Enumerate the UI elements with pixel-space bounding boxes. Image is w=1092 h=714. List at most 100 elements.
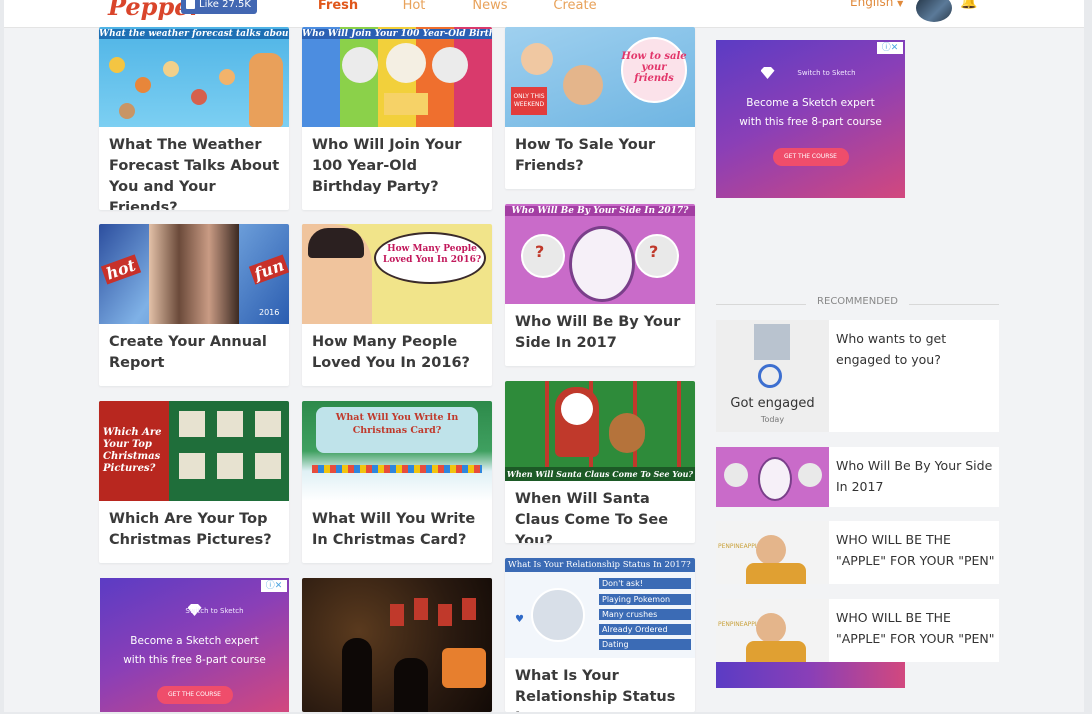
ad-line-1: Become a Sketch expert	[130, 635, 259, 647]
reindeer-figure	[609, 413, 645, 453]
ad-line-2: with this free 8-part course	[123, 654, 266, 666]
caret-down-icon: ▼	[897, 0, 904, 8]
thumb-caption: What Will You Write In Christmas Card?	[335, 412, 459, 436]
thumb-word-fun: fun	[248, 254, 289, 285]
thumb-sticker: ONLY THIS WEEKEND	[511, 87, 547, 115]
card-title[interactable]: What Is Your Relationship Status In	[515, 666, 687, 712]
thumb-caption: How to sale your friends	[621, 51, 687, 84]
card-title[interactable]: How Many People Loved You In 2016?	[312, 332, 484, 374]
quiz-card[interactable]	[302, 578, 492, 712]
card-title[interactable]: What Will You Write In Christmas Card?	[312, 509, 484, 551]
thumb-year: 2016	[259, 308, 280, 317]
recommended-heading: RECOMMENDED	[716, 296, 999, 312]
birthday-cake	[384, 93, 428, 115]
quiz-card[interactable]: How Many People Loved You In 2016? How M…	[302, 224, 492, 386]
bell-icon[interactable]: 🔔	[960, 0, 977, 10]
ad-cta-button[interactable]: GET THE COURSE	[156, 686, 233, 704]
option-label: Playing Pokemon	[599, 594, 691, 605]
sponsored-ad-partial[interactable]	[716, 662, 905, 688]
rec-thumbnail: Got engaged Today	[716, 320, 829, 432]
card-thumbnail: ONLY THIS WEEKEND How to sale your frien…	[505, 27, 695, 127]
rec-title[interactable]: Who Will Be By Your Side In 2017	[836, 455, 996, 497]
ad-close-icon[interactable]: ⓘ✕	[261, 580, 287, 592]
quiz-card[interactable]: hot fun 2016 Create Your Annual Report	[99, 224, 289, 386]
quiz-card[interactable]: Who Will Be By Your Side In 2017? ? ? Wh…	[505, 204, 695, 366]
cartoon-figure	[249, 53, 283, 127]
quiz-card[interactable]: Which Are Your Top Christmas Pictures? W…	[99, 401, 289, 563]
rec-thumbnail: PENPINEAPPLE	[716, 521, 829, 584]
ad-brand: Switch to Sketch	[185, 607, 244, 615]
quiz-card[interactable]: When Will Santa Claus Come To See You? W…	[505, 381, 695, 543]
rec-thumb-label: Got engaged	[730, 396, 815, 411]
quiz-card[interactable]: What Will You Write In Christmas Card? W…	[302, 401, 492, 563]
tab-hot[interactable]: Hot	[394, 0, 434, 27]
like-label: Like 27.5K	[199, 0, 251, 10]
card-thumbnail: Who Will Join Your 100 Year-Old Birthday…	[302, 27, 492, 127]
card-thumbnail: What Will You Write In Christmas Card?	[302, 401, 492, 501]
person-placeholder-icon	[754, 324, 790, 360]
recommended-item[interactable]: Got engaged Today Who wants to get engag…	[716, 320, 999, 432]
rec-thumbnail: PENPINEAPPLE	[716, 599, 829, 662]
thumb-caption: How Many People Loved You In 2016?	[382, 244, 482, 265]
tab-fresh[interactable]: Fresh	[296, 0, 380, 27]
sponsored-ad[interactable]: ⓘ✕ Switch to Sketch Become a Sketch expe…	[100, 578, 289, 712]
tab-create[interactable]: Create	[550, 0, 600, 27]
card-thumbnail: Who Will Be By Your Side In 2017? ? ?	[505, 204, 695, 304]
quiz-card[interactable]: What Is Your Relationship Status In 2017…	[505, 558, 695, 712]
option-label: Dating	[599, 639, 691, 650]
thumb-caption: Who Will Join Your 100 Year-Old Birthday…	[302, 29, 492, 39]
card-thumbnail: Which Are Your Top Christmas Pictures?	[99, 401, 289, 501]
thumb-caption: When Will Santa Claus Come To See You?	[505, 467, 695, 481]
card-title[interactable]: Create Your Annual Report	[109, 332, 281, 374]
page: Pepper Like 27.5K Fresh Hot News Create …	[4, 0, 1084, 712]
ad-close-icon[interactable]: ⓘ✕	[877, 42, 903, 54]
quiz-card[interactable]: ONLY THIS WEEKEND How to sale your frien…	[505, 27, 695, 189]
user-avatar[interactable]	[916, 0, 952, 22]
quiz-card[interactable]: Who Will Join Your 100 Year-Old Birthday…	[302, 27, 492, 210]
ad-line-2: with this free 8-part course	[739, 116, 882, 128]
language-label: English	[850, 0, 894, 9]
card-title[interactable]: What The Weather Forecast Talks About Yo…	[109, 135, 281, 210]
option-label: Already Ordered	[599, 624, 691, 635]
rec-title[interactable]: WHO WILL BE THE "APPLE" FOR YOUR "PEN"	[836, 529, 996, 571]
rec-thumbnail	[716, 447, 829, 507]
ad-line-1: Become a Sketch expert	[746, 97, 875, 109]
card-thumbnail: What Is Your Relationship Status In 2017…	[505, 558, 695, 658]
profile-photo	[531, 588, 585, 642]
grandma-figure	[386, 43, 426, 83]
rec-thumb-sub: Today	[760, 415, 785, 424]
card-thumbnail: How Many People Loved You In 2016?	[302, 224, 492, 324]
option-label: Don't ask!	[599, 578, 691, 589]
option-label: Many crushes	[599, 609, 691, 620]
card-thumbnail	[302, 578, 492, 712]
facebook-icon	[186, 0, 195, 9]
quiz-card[interactable]: What the weather forecast talks about yo…	[99, 27, 289, 210]
card-title[interactable]: How To Sale Your Friends?	[515, 135, 687, 177]
card-thumbnail: What the weather forecast talks about yo…	[99, 27, 289, 127]
ring-icon	[758, 364, 782, 388]
rec-title[interactable]: WHO WILL BE THE "APPLE" FOR YOUR "PEN"	[836, 607, 996, 649]
language-selector[interactable]: English ▼	[850, 0, 903, 9]
recommended-item[interactable]: Who Will Be By Your Side In 2017	[716, 447, 999, 507]
card-thumbnail: hot fun 2016	[99, 224, 289, 324]
ad-cta-button[interactable]: GET THE COURSE	[772, 148, 849, 166]
grandma-figure	[432, 47, 468, 83]
card-title[interactable]: Who Will Join Your 100 Year-Old Birthday…	[312, 135, 484, 198]
thumb-caption: What the weather forecast talks about yo…	[99, 29, 289, 39]
tab-news[interactable]: News	[468, 0, 512, 27]
facebook-like-button[interactable]: Like 27.5K	[181, 0, 257, 14]
top-nav: Pepper Like 27.5K Fresh Hot News Create …	[4, 0, 1084, 28]
card-title[interactable]: Who Will Be By Your Side In 2017	[515, 312, 687, 354]
sponsored-ad[interactable]: ⓘ✕ Switch to Sketch Become a Sketch expe…	[716, 40, 905, 198]
thumb-caption: Which Are Your Top Christmas Pictures?	[103, 427, 162, 474]
recommended-item[interactable]: PENPINEAPPLE WHO WILL BE THE "APPLE" FOR…	[716, 599, 999, 662]
rec-title[interactable]: Who wants to get engaged to you?	[836, 328, 996, 370]
thumb-caption: Who Will Be By Your Side In 2017?	[505, 206, 695, 216]
recommended-item[interactable]: PENPINEAPPLE WHO WILL BE THE "APPLE" FOR…	[716, 521, 999, 584]
thumb-word-hot: hot	[100, 254, 141, 285]
grandma-figure	[342, 47, 378, 83]
card-title[interactable]: Which Are Your Top Christmas Pictures?	[109, 509, 281, 551]
card-title[interactable]: When Will Santa Claus Come To See You?	[515, 489, 687, 543]
photo-collage	[149, 224, 239, 324]
thumb-caption: What Is Your Relationship Status In 2017…	[505, 558, 695, 572]
